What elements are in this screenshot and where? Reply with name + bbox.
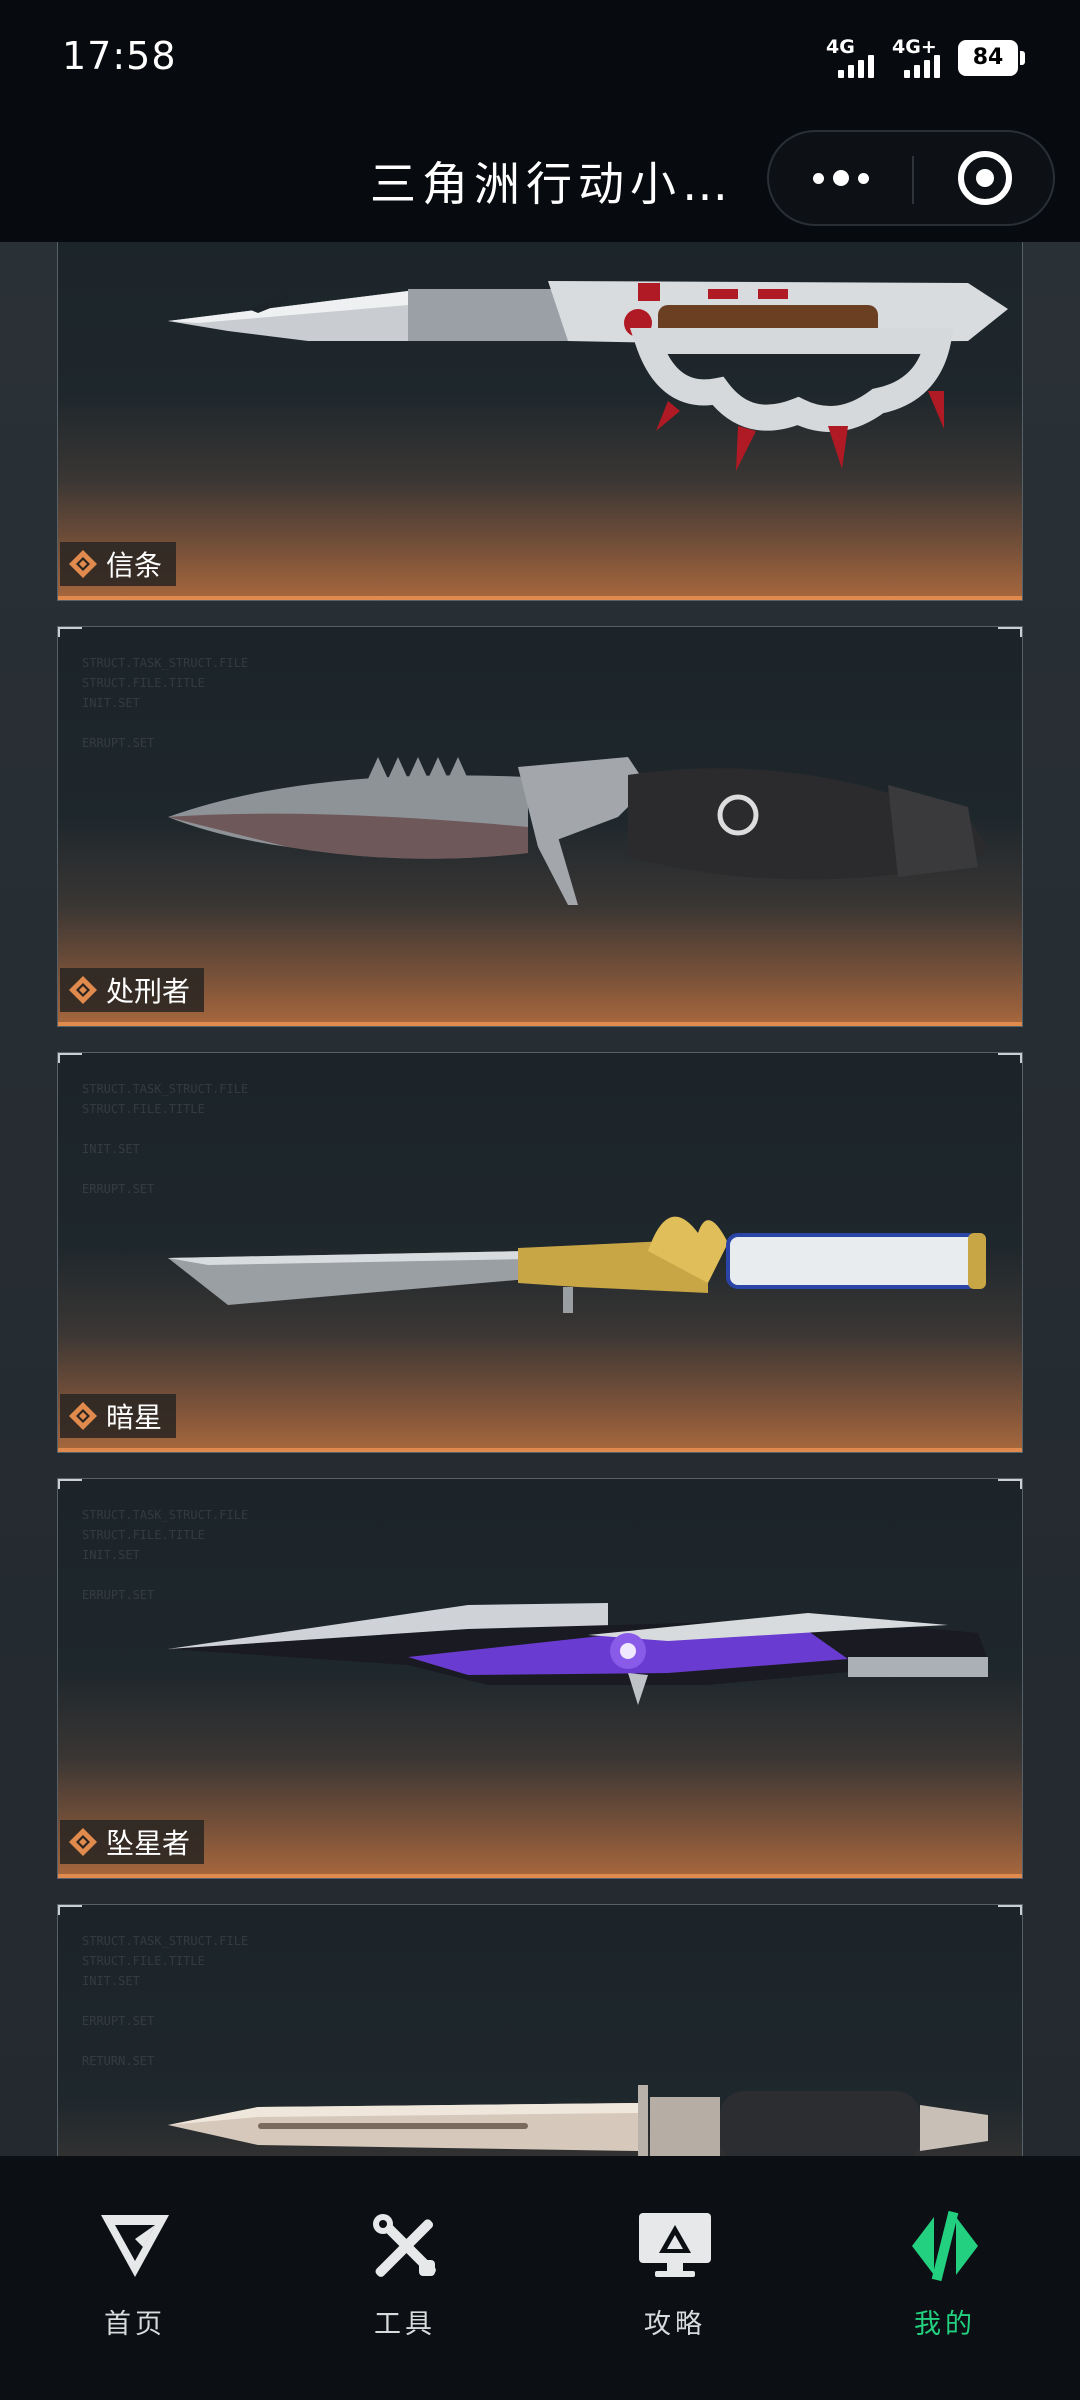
serrated-knife-image [168,757,988,905]
signal-indicator-1: 4G [826,36,874,78]
skin-name-tag: 处刑者 [60,968,205,1012]
bottom-tab-bar: 首页 工具 攻略 我的 [0,2156,1080,2400]
card-bottom-accent [58,1022,1022,1026]
violet-blade-image [168,1603,988,1705]
home-logo-icon [95,2206,175,2286]
close-button[interactable] [914,132,1055,224]
page-title: 三角洲行动小… [370,157,734,211]
guide-monitor-icon [635,2206,715,2286]
skin-card[interactable]: STRUCT.TASK_STRUCT.FILE STRUCT.FILE.TITL… [57,1904,1023,2156]
signal-indicator-2: 4G+ [892,36,940,78]
tools-icon [365,2206,445,2286]
tab-tools[interactable]: 工具 [305,2206,505,2341]
capsule-menu [767,130,1055,226]
skin-list[interactable]: 信条 STRUCT.TASK_STRUCT.FILE STRUCT.FILE.T… [0,242,1080,2156]
network-type-label: 4G+ [892,36,937,58]
skin-name: 坠星者 [106,1827,191,1860]
signal-bars-icon [904,55,940,78]
diamond-rank-icon [68,1401,98,1431]
mine-logo-icon [905,2206,985,2286]
tab-guide[interactable]: 攻略 [575,2206,775,2341]
card-bottom-accent [58,596,1022,600]
skin-name: 处刑者 [106,975,191,1008]
skin-name: 暗星 [106,1401,163,1434]
status-bar: 17:58 4G 4G+ 84 [0,0,1080,120]
skin-card[interactable]: STRUCT.TASK_STRUCT.FILE STRUCT.FILE.TITL… [57,626,1023,1027]
pearl-golden-knife-image [168,1216,986,1313]
skin-name-tag: 暗星 [60,1394,177,1438]
bayonet-image [168,2085,988,2156]
skin-card[interactable]: STRUCT.TASK_STRUCT.FILE STRUCT.FILE.TITL… [57,1478,1023,1879]
tab-label: 工具 [374,2309,436,2340]
tab-label: 首页 [104,2309,166,2340]
tab-label: 我的 [914,2309,976,2340]
clock: 17:58 [62,34,177,78]
diamond-rank-icon [68,1827,98,1857]
battery-indicator: 84 [958,40,1025,76]
signal-bars-icon [838,55,874,78]
network-type-label: 4G [826,36,855,58]
skin-name: 信条 [106,549,163,582]
skin-card[interactable]: 信条 [57,242,1023,601]
skin-name-tag: 信条 [60,542,177,586]
skin-card[interactable]: STRUCT.TASK_STRUCT.FILE STRUCT.FILE.TITL… [57,1052,1023,1453]
tab-home[interactable]: 首页 [35,2206,235,2341]
diamond-rank-icon [68,549,98,579]
tab-mine[interactable]: 我的 [845,2206,1045,2341]
tab-label: 攻略 [644,2309,706,2340]
card-bottom-accent [58,1874,1022,1878]
skin-name-tag: 坠星者 [60,1820,205,1864]
card-bottom-accent [58,1448,1022,1452]
mini-program-header: 三角洲行动小… [0,120,1080,242]
target-close-icon [957,151,1012,205]
knuckle-knife-image [168,281,1008,471]
diamond-rank-icon [68,975,98,1005]
more-button[interactable] [769,132,912,224]
